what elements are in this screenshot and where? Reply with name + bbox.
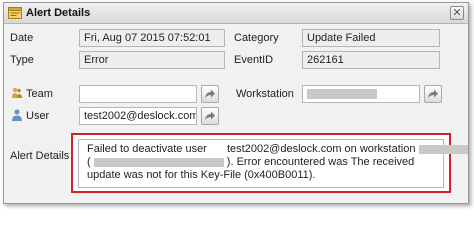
user-field: test2002@deslock.com: [79, 107, 197, 125]
details-line-1: Failed to deactivate user test2002@deslo…: [87, 143, 468, 155]
close-button[interactable]: ✕: [450, 6, 464, 20]
alert-window-icon: [8, 6, 22, 20]
window-title: Alert Details: [26, 7, 91, 19]
close-icon: ✕: [452, 7, 462, 19]
title-bar: Alert Details ✕: [4, 3, 468, 24]
alert-details-window: Alert Details ✕ Date Fri, Aug 07 2015 07…: [3, 2, 469, 204]
team-icon: [12, 87, 22, 99]
date-field: Fri, Aug 07 2015 07:52:01: [79, 29, 225, 47]
details-line-3: update was not for this Key-File (0x400B…: [87, 169, 316, 181]
type-field: Error: [79, 51, 225, 69]
type-label: Type: [10, 54, 34, 66]
forward-arrow-icon: [205, 89, 215, 98]
eventid-label: EventID: [234, 54, 274, 66]
user-picker-button[interactable]: [201, 107, 219, 125]
date-label: Date: [10, 32, 34, 44]
details-line-1-user: test2002@deslock.com on workstation: [226, 143, 416, 155]
details-line-2-rest: ). Error encountered was The received: [226, 156, 415, 168]
team-picker-button[interactable]: [201, 85, 219, 103]
team-field: [79, 85, 197, 103]
category-field: Update Failed: [302, 29, 440, 47]
category-label: Category: [234, 32, 279, 44]
workstation-picker-button[interactable]: [424, 85, 442, 103]
user-label: User: [26, 110, 50, 122]
eventid-field: 262161: [302, 51, 440, 69]
alert-details-label: Alert Details: [10, 150, 70, 162]
alert-details-highlight: Failed to deactivate user test2002@deslo…: [71, 133, 468, 193]
details-line-1-prefix: Failed to deactivate user: [87, 143, 207, 155]
workstation-field: [302, 85, 420, 103]
redacted-workstation-detail: [93, 157, 224, 167]
redacted-workstation-name: [418, 144, 468, 154]
redacted-workstation: [307, 89, 377, 99]
user-icon: [12, 109, 22, 121]
details-line-2-start: (: [87, 156, 91, 168]
team-label: Team: [26, 88, 53, 100]
details-line-2: ( ). Error encountered was The received: [87, 156, 414, 168]
workstation-label: Workstation: [236, 88, 294, 100]
alert-details-text: Failed to deactivate user test2002@deslo…: [78, 139, 468, 188]
forward-arrow-icon: [428, 89, 438, 98]
forward-arrow-icon: [205, 111, 215, 120]
